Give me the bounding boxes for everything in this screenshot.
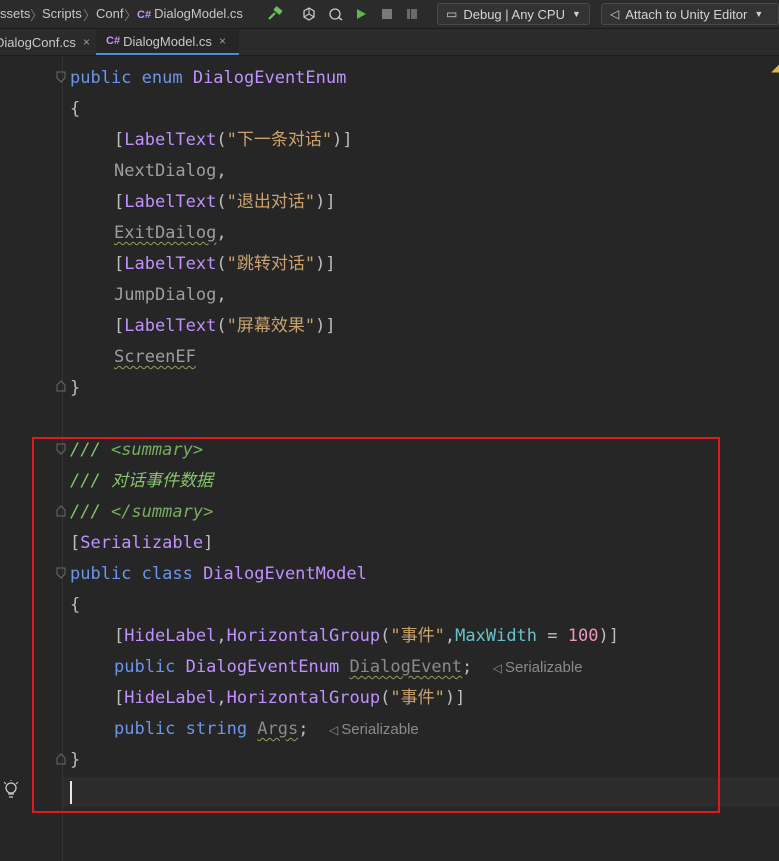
close-icon[interactable]: × [83, 35, 90, 49]
breadcrumb-current-file[interactable]: C# DialogModel.cs [137, 6, 243, 21]
attach-process-icon[interactable] [327, 5, 345, 23]
code-line-attribute[interactable]: [LabelText("退出对话")] [114, 191, 336, 213]
configuration-value: Debug | Any CPU [463, 6, 565, 22]
breadcrumb-separator: 〉 [124, 8, 138, 23]
enum-member: ScreenEF [114, 347, 196, 367]
code-line-open-brace[interactable]: { [70, 98, 80, 120]
attribute-name: LabelText [124, 130, 217, 150]
code-line-enum-member[interactable]: ScreenEF [114, 346, 196, 368]
code-line-enum-declaration[interactable]: public enum DialogEventEnum [70, 67, 346, 89]
enum-member: JumpDialog [114, 285, 217, 305]
lightbulb-icon[interactable] [2, 779, 20, 803]
attribute-name: LabelText [124, 192, 217, 212]
chevron-down-icon: ▼ [572, 9, 581, 19]
fold-end-icon[interactable] [56, 380, 66, 392]
string-literal: "下一条对话" [226, 130, 333, 150]
annotation-highlight-box [32, 437, 720, 813]
tab-dialogmodel[interactable]: C# DialogModel.cs × [96, 29, 239, 55]
attach-target-dropdown[interactable]: ◁ Attach to Unity Editor ▼ [601, 3, 779, 25]
window-icon: ▭ [446, 7, 458, 21]
close-icon[interactable]: × [219, 34, 226, 48]
chevron-down-icon: ▼ [754, 9, 764, 19]
code-line-enum-member[interactable]: ExitDailog, [114, 222, 227, 244]
enum-member: ExitDailog [114, 223, 217, 243]
stop-icon[interactable] [378, 5, 396, 23]
breadcrumb-conf[interactable]: Conf [96, 6, 123, 21]
tab-label: DialogModel.cs [123, 33, 212, 49]
string-literal: "跳转对话" [226, 254, 316, 274]
fold-collapse-icon[interactable] [56, 71, 66, 83]
unity-debug-icon[interactable] [300, 5, 318, 23]
run-play-icon[interactable] [352, 5, 370, 23]
attribute-name: LabelText [124, 316, 217, 336]
type-name: DialogEventEnum [192, 68, 347, 88]
enum-member: NextDialog [114, 161, 217, 181]
code-line-close-brace[interactable]: } [70, 377, 80, 399]
string-literal: "屏幕效果" [226, 316, 316, 336]
code-line-attribute[interactable]: [LabelText("屏幕效果")] [114, 315, 336, 337]
unity-icon: ◁ [610, 7, 620, 21]
breadcrumb-assets[interactable]: ssets [0, 6, 30, 21]
build-hammer-icon[interactable] [266, 5, 284, 23]
tab-label: DialogConf.cs [0, 34, 76, 50]
keyword: public enum [70, 68, 193, 88]
string-literal: "退出对话" [226, 192, 316, 212]
warning-marker-icon[interactable]: ◢ [771, 60, 779, 76]
code-line-attribute[interactable]: [LabelText("跳转对话")] [114, 253, 336, 275]
code-line-enum-member[interactable]: NextDialog, [114, 160, 227, 182]
configuration-dropdown[interactable]: ▭ Debug | Any CPU ▼ [437, 3, 590, 25]
breadcrumb-separator: 〉 [83, 8, 97, 23]
code-line-attribute[interactable]: [LabelText("下一条对话")] [114, 129, 353, 151]
code-line-enum-member[interactable]: JumpDialog, [114, 284, 227, 306]
breadcrumb-scripts[interactable]: Scripts [42, 6, 82, 21]
attribute-name: LabelText [124, 254, 217, 274]
navigation-bar: ssets 〉 Scripts 〉 Conf 〉 C# DialogModel.c… [0, 0, 779, 29]
csharp-file-icon: C# [106, 35, 121, 47]
tab-dialogconf[interactable]: DialogConf.cs × [0, 29, 93, 55]
csharp-file-icon: C# [137, 9, 152, 21]
pause-icon[interactable] [403, 5, 421, 23]
breadcrumb-file-label: DialogModel.cs [154, 6, 243, 21]
attach-target-value: Attach to Unity Editor [625, 6, 748, 22]
editor-tab-bar: DialogConf.cs × C# DialogModel.cs × [0, 29, 779, 56]
